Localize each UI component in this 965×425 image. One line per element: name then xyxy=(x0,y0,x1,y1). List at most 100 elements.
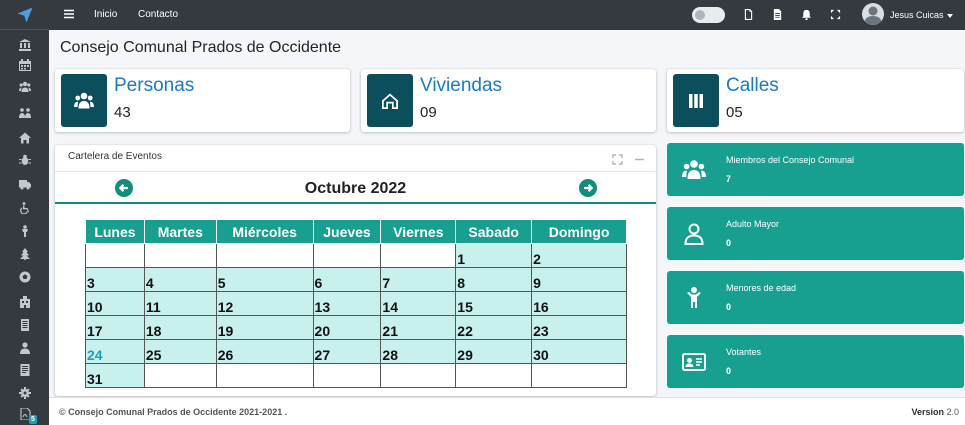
calendar-week-row: 10 11 12 13 14 15 16 xyxy=(85,291,627,316)
card-header: Cartelera de Eventos xyxy=(55,145,656,172)
calendar-day-cell[interactable]: 23 xyxy=(531,315,627,340)
sidebar-item-home[interactable] xyxy=(0,129,49,147)
info-box-viviendas[interactable]: Viviendas 09 xyxy=(361,69,656,132)
calendar-day-cell[interactable]: 3 xyxy=(85,267,145,292)
avatar[interactable] xyxy=(862,3,884,25)
calendar-day-cell[interactable]: 9 xyxy=(531,267,627,292)
calendar-day-cell[interactable]: 29 xyxy=(455,339,533,364)
sidebar-item-children[interactable] xyxy=(0,222,49,240)
collapse-icon[interactable] xyxy=(634,152,645,163)
calendar-day-cell[interactable]: 8 xyxy=(455,267,533,292)
footer: © Consejo Comunal Prados de Occidente 20… xyxy=(49,397,965,425)
cog-icon xyxy=(18,387,31,399)
sidebar-item-reports[interactable] xyxy=(0,361,49,379)
calendar-day-cell[interactable]: 31 xyxy=(85,363,145,388)
calendar-day-cell[interactable]: 10 xyxy=(85,291,145,316)
sidebar-item-environment[interactable] xyxy=(0,245,49,263)
calendar-day-cell[interactable]: 30 xyxy=(531,339,627,364)
expand-icon[interactable] xyxy=(612,152,623,165)
sidebar-item-sports[interactable] xyxy=(0,268,49,286)
calendar-day-cell[interactable]: 22 xyxy=(455,315,533,340)
calendar-day-cell[interactable]: 24 xyxy=(85,339,145,364)
calendar-day-cell[interactable]: 12 xyxy=(215,291,314,316)
calendar-day-cell[interactable]: 25 xyxy=(143,339,217,364)
info-box-personas[interactable]: Personas 43 xyxy=(55,69,350,132)
info-box-value: 09 xyxy=(420,104,437,121)
report-icon xyxy=(20,364,29,376)
sidebar-item-accessibility[interactable] xyxy=(0,199,49,217)
version-label: Version xyxy=(911,407,944,417)
user-menu[interactable]: Jesus Cuicas xyxy=(890,10,953,20)
calendar-day-cell[interactable]: 15 xyxy=(455,291,533,316)
bell-icon[interactable] xyxy=(801,9,812,21)
calendar-empty-cell xyxy=(215,363,314,388)
calendar-day-cell[interactable]: 19 xyxy=(215,315,314,340)
calendar-day-cell[interactable]: 7 xyxy=(380,267,457,292)
prev-month-button[interactable] xyxy=(115,179,133,197)
next-month-button[interactable] xyxy=(579,179,597,197)
sidebar-item-calendar[interactable] xyxy=(0,56,49,74)
calendar-day-cell[interactable]: 4 xyxy=(143,267,217,292)
tree-icon xyxy=(19,248,30,260)
calendar-day-cell[interactable]: 18 xyxy=(143,315,217,340)
calendar-empty-cell xyxy=(312,243,382,268)
calendar-day-cell[interactable]: 26 xyxy=(215,339,314,364)
people-arrows-icon xyxy=(18,108,31,118)
pdf-badge: 5 xyxy=(29,415,37,424)
sidebar-item-pdf[interactable]: 5 xyxy=(0,405,49,424)
sidebar-item-bug[interactable] xyxy=(0,151,49,169)
nav-link-contacto[interactable]: Contacto xyxy=(138,9,178,20)
calendar-nav: Octubre 2022 xyxy=(55,173,656,204)
toggle-knob xyxy=(695,10,705,20)
wheelchair-icon xyxy=(19,202,29,214)
calendar-day-cell[interactable]: 17 xyxy=(85,315,145,340)
info-box-title: Calles xyxy=(726,75,779,96)
sidebar-item-user[interactable] xyxy=(0,339,49,357)
calendar-empty-cell xyxy=(312,363,382,388)
sidebar-item-settings[interactable] xyxy=(0,384,49,402)
ambulance-icon xyxy=(18,180,31,190)
info-icon-box xyxy=(367,74,413,127)
menu-toggle-icon[interactable] xyxy=(63,8,75,20)
stat-box-adulto-mayor[interactable]: Adulto Mayor 0 xyxy=(667,207,964,260)
sidebar-item-users[interactable] xyxy=(0,78,49,96)
calendar-day-cell[interactable]: 11 xyxy=(143,291,217,316)
stat-label: Adulto Mayor xyxy=(726,219,780,229)
brand-logo[interactable] xyxy=(0,0,49,30)
events-calendar-card: Cartelera de Eventos Octubre 2022 Lunes … xyxy=(55,145,656,396)
calendar-day-cell[interactable]: 14 xyxy=(380,291,457,316)
caret-down-icon xyxy=(946,13,953,18)
sidebar-item-bank[interactable] xyxy=(0,36,49,54)
weekday-header: Lunes xyxy=(85,219,145,244)
calendar-day-cell[interactable]: 28 xyxy=(380,339,457,364)
file-text-icon[interactable] xyxy=(772,9,783,20)
calendar-day-cell[interactable]: 21 xyxy=(380,315,457,340)
sidebar-item-buildings[interactable] xyxy=(0,293,49,311)
info-box-value: 05 xyxy=(726,104,743,121)
sidebar-item-community[interactable] xyxy=(0,104,49,122)
calendar-day-cell[interactable]: 27 xyxy=(312,339,382,364)
calendar-day-cell[interactable]: 1 xyxy=(455,243,533,268)
stat-box-votantes[interactable]: Votantes 0 xyxy=(667,335,964,388)
card-title: Cartelera de Eventos xyxy=(68,151,162,162)
stat-label: Menores de edad xyxy=(726,283,797,293)
dark-mode-toggle[interactable] xyxy=(692,7,725,23)
calendar-week-row: 3456789 xyxy=(85,267,627,292)
calendar-day-cell[interactable]: 6 xyxy=(312,267,382,292)
calendar-day-cell[interactable]: 2 xyxy=(531,243,627,268)
users-icon xyxy=(74,92,94,108)
info-box-calles[interactable]: Calles 05 xyxy=(667,69,964,132)
calendar-day-cell[interactable]: 13 xyxy=(312,291,382,316)
fullscreen-icon[interactable] xyxy=(830,9,841,20)
calendar-day-cell[interactable]: 16 xyxy=(531,291,627,316)
file-icon[interactable] xyxy=(743,9,754,20)
stat-box-menores[interactable]: Menores de edad 0 xyxy=(667,271,964,324)
calendar-day-cell[interactable]: 20 xyxy=(312,315,382,340)
calendar-day-cell[interactable]: 5 xyxy=(215,267,314,292)
page-title: Consejo Comunal Prados de Occidente xyxy=(60,39,342,56)
nav-link-inicio[interactable]: Inicio xyxy=(94,9,117,20)
sidebar-item-documents[interactable] xyxy=(0,316,49,334)
sidebar-item-ambulance[interactable] xyxy=(0,175,49,193)
stat-box-miembros[interactable]: Miembros del Consejo Comunal 7 xyxy=(667,143,964,196)
bank-icon xyxy=(18,39,31,51)
